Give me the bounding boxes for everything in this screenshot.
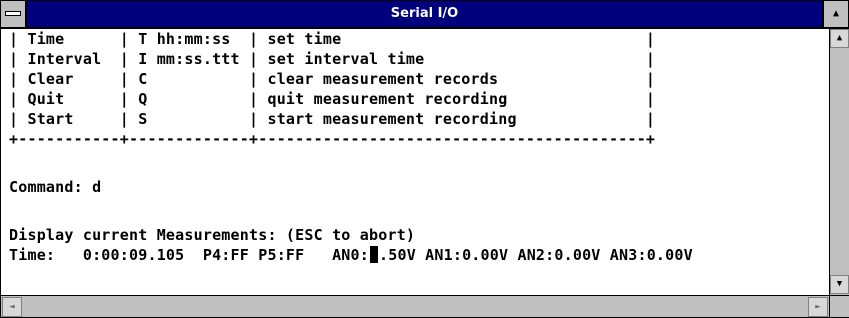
- maximize-button[interactable]: ▲: [822, 1, 848, 27]
- scrollbar-corner: [829, 295, 849, 317]
- command-row-quit: | Quit | Q | quit measurement recording …: [9, 90, 656, 108]
- command-row-time: | Time | T hh:mm:ss | set time |: [9, 30, 656, 48]
- serial-io-window: Serial I/O ▲ | Time | T hh:mm:ss | set t…: [0, 0, 849, 318]
- table-separator: +-----------+-------------+-------------…: [9, 130, 656, 148]
- command-row-clear: | Clear | C | clear measurement records …: [9, 70, 656, 88]
- window-title: Serial I/O: [390, 6, 459, 21]
- console-output[interactable]: | Time | T hh:mm:ss | set time | | Inter…: [1, 29, 829, 295]
- system-menu-icon[interactable]: [1, 1, 27, 27]
- display-message: Display current Measurements: (ESC to ab…: [9, 226, 416, 244]
- status-text-before-cursor: Time: 0:00:09.105 P4:FF P5:FF AN0:: [9, 246, 369, 264]
- command-prompt: Command: d: [9, 178, 102, 196]
- measurement-status-line: Time: 0:00:09.105 P4:FF P5:FF AN0: .50V A…: [9, 245, 693, 265]
- text-cursor: [370, 246, 378, 263]
- vertical-scrollbar[interactable]: ▲ ▼: [829, 29, 849, 295]
- title-bar[interactable]: Serial I/O ▲: [1, 1, 848, 29]
- arrow-down-icon[interactable]: ▼: [830, 275, 849, 294]
- status-text-after-cursor: .50V AN1:0.00V AN2:0.00V AN3:0.00V: [379, 246, 693, 264]
- arrow-right-icon[interactable]: ►: [808, 297, 828, 317]
- horizontal-scrollbar[interactable]: ◄ ►: [1, 295, 829, 317]
- command-row-interval: | Interval | I mm:ss.ttt | set interval …: [9, 50, 656, 68]
- arrow-up-icon[interactable]: ▲: [830, 29, 849, 48]
- command-row-start: | Start | S | start measurement recordin…: [9, 110, 656, 128]
- arrow-left-icon[interactable]: ◄: [2, 297, 22, 317]
